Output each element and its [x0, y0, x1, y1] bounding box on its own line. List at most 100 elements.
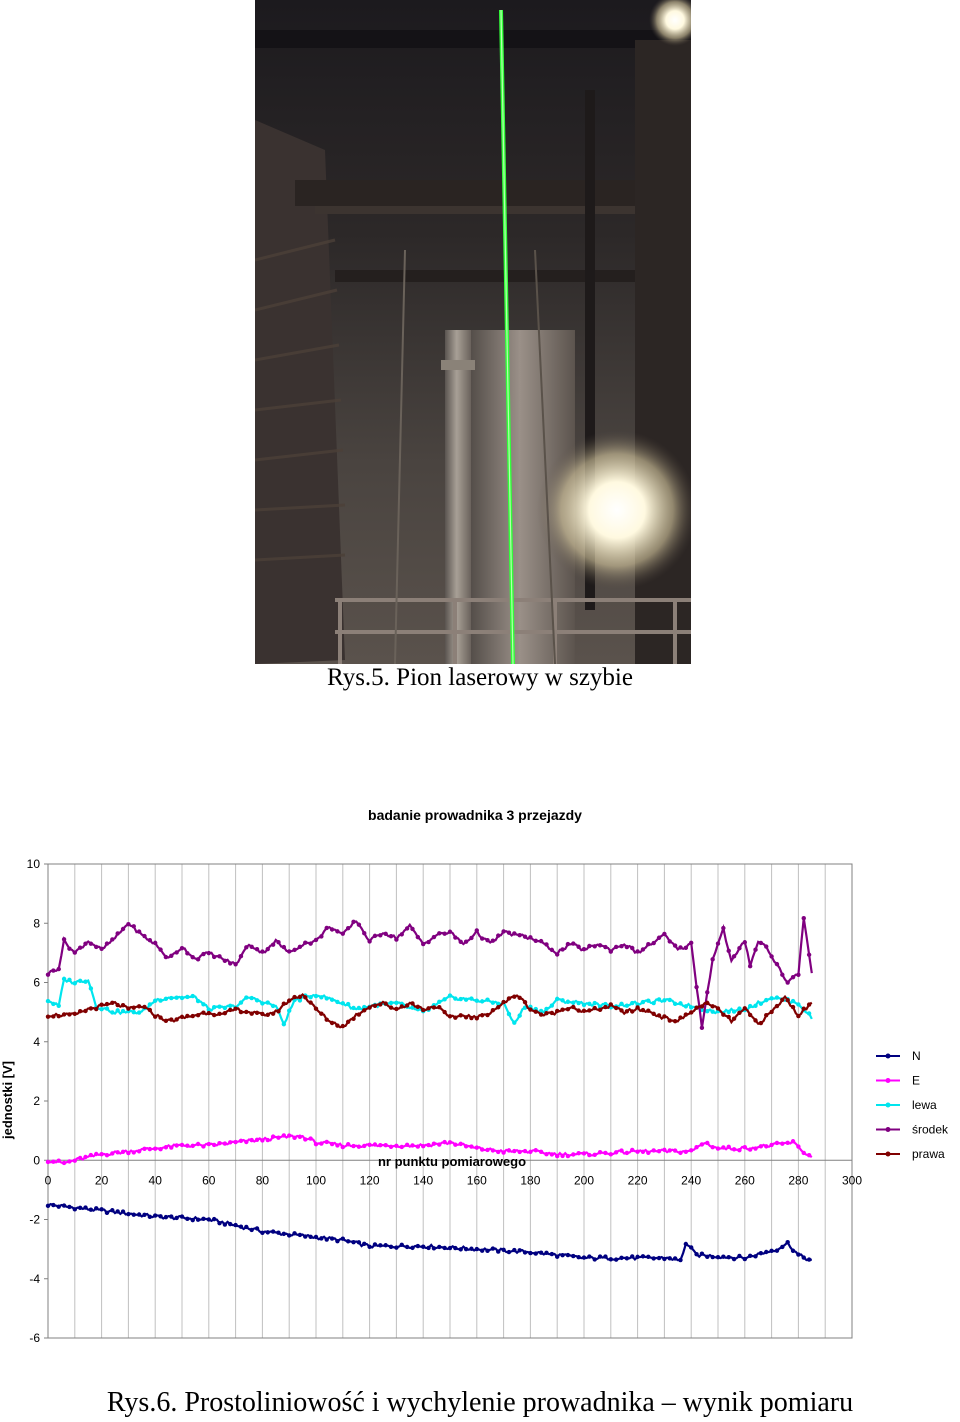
data-point [474, 998, 479, 1003]
data-point [742, 1256, 747, 1262]
data-point [603, 1150, 608, 1156]
data-point [270, 1011, 276, 1016]
data-point [281, 1231, 287, 1237]
x-axis-label: nr punktu pomiarowego [378, 1154, 526, 1169]
data-point [485, 997, 490, 1002]
data-point [126, 1006, 131, 1011]
data-point [458, 1013, 463, 1018]
data-point [764, 997, 769, 1003]
data-point [110, 1010, 115, 1015]
data-point [790, 1004, 796, 1010]
data-point [528, 1007, 533, 1012]
data-point [329, 1236, 335, 1241]
data-point [233, 1139, 238, 1145]
data-point [790, 998, 796, 1004]
data-point [613, 944, 619, 950]
data-point [163, 1018, 169, 1024]
data-point [260, 949, 265, 954]
data-point [437, 1005, 442, 1010]
data-point [597, 1254, 603, 1259]
data-point [758, 1250, 764, 1256]
data-point [555, 1254, 560, 1259]
data-point [99, 1152, 104, 1157]
data-point [287, 998, 292, 1003]
data-point [303, 1137, 308, 1142]
data-point [801, 1150, 806, 1156]
data-point [624, 1150, 630, 1156]
data-point [126, 1211, 131, 1217]
data-point [474, 1145, 479, 1150]
data-point [785, 980, 790, 985]
data-point [88, 1152, 94, 1158]
data-point [61, 937, 67, 942]
data-point [571, 1152, 576, 1157]
data-point [88, 986, 94, 991]
data-point [672, 1148, 678, 1153]
data-point [233, 1006, 238, 1011]
data-point [319, 934, 324, 939]
data-point [185, 1143, 190, 1148]
data-point [656, 1013, 662, 1018]
data-point [367, 1142, 372, 1148]
data-point [592, 1005, 597, 1011]
data-point [737, 1147, 742, 1153]
data-point [421, 1007, 426, 1013]
data-point [506, 1148, 512, 1153]
data-point [174, 1215, 179, 1221]
data-point [479, 1147, 485, 1152]
data-point [635, 1149, 640, 1154]
data-point [211, 1216, 217, 1222]
legend-label-srodek: środek [912, 1123, 949, 1137]
data-point [136, 1010, 142, 1015]
data-point [565, 941, 571, 947]
data-point [201, 1010, 206, 1015]
data-point [501, 929, 506, 934]
data-point [254, 1010, 260, 1015]
data-point [737, 946, 742, 951]
data-point [656, 935, 662, 940]
data-point [222, 958, 228, 964]
data-point [694, 984, 699, 990]
data-point [544, 942, 549, 947]
data-point [222, 1005, 228, 1011]
data-point [597, 1150, 603, 1155]
data-point [169, 1214, 174, 1219]
data-point [662, 1147, 667, 1153]
data-point [715, 1146, 721, 1151]
data-point [104, 1210, 110, 1216]
data-point [801, 916, 806, 921]
data-point [158, 1015, 163, 1020]
data-point [136, 1149, 142, 1154]
data-point [565, 1153, 571, 1159]
series-layer [45, 916, 813, 1263]
data-point [281, 944, 287, 950]
data-point [538, 1250, 544, 1255]
data-point [806, 1257, 812, 1262]
data-point [174, 1017, 179, 1022]
data-point [72, 950, 78, 955]
data-point [292, 994, 297, 1000]
data-point [51, 1014, 56, 1019]
data-point [474, 1246, 479, 1252]
data-point [169, 953, 174, 958]
data-point [195, 1013, 201, 1018]
data-point [485, 938, 490, 943]
data-point [613, 1150, 619, 1155]
data-point [774, 1248, 780, 1253]
data-point [190, 1143, 195, 1149]
data-point [115, 1209, 120, 1214]
data-point [335, 999, 340, 1005]
data-point [624, 1009, 630, 1014]
data-point [801, 1255, 806, 1260]
data-point [785, 1140, 790, 1146]
data-point [683, 1149, 689, 1155]
data-point [61, 1160, 67, 1166]
data-point [249, 944, 254, 949]
data-point [222, 1011, 228, 1016]
data-point [77, 1205, 83, 1211]
data-point [163, 1214, 169, 1220]
data-point [270, 942, 276, 947]
data-point [378, 933, 383, 938]
data-point [555, 952, 560, 957]
data-point [710, 1144, 715, 1150]
